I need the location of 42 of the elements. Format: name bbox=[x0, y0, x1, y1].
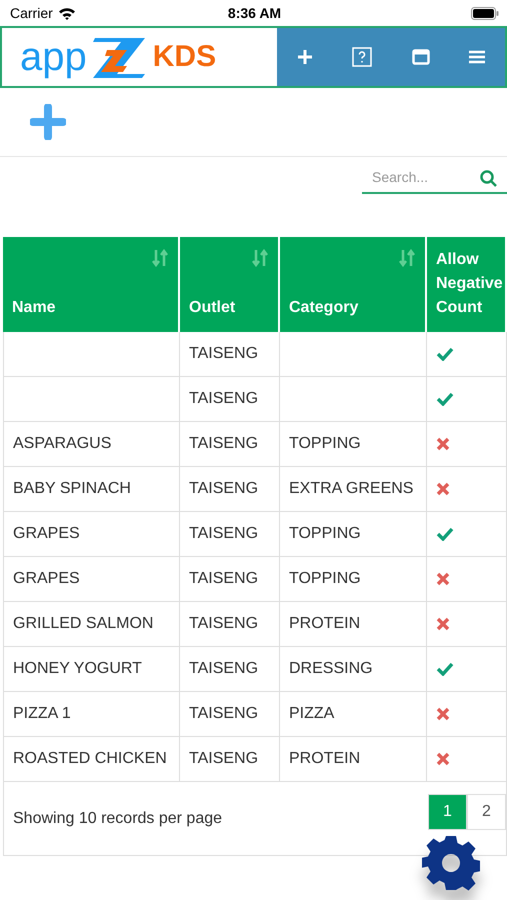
table-cell: TAISENG bbox=[180, 602, 280, 647]
table-cell: GRAPES bbox=[3, 557, 180, 602]
add-icon[interactable] bbox=[30, 104, 66, 140]
table-cell: DRESSING bbox=[280, 647, 427, 692]
table-cell: TAISENG bbox=[180, 512, 280, 557]
table-cell: PROTEIN bbox=[280, 737, 427, 782]
table-cell: HONEY YOGURT bbox=[3, 647, 180, 692]
table-cell: PIZZA 1 bbox=[3, 692, 180, 737]
table-cell: TAISENG bbox=[180, 422, 280, 467]
page-button[interactable]: 1 bbox=[428, 794, 467, 830]
column-header[interactable]: Outlet bbox=[180, 237, 280, 332]
wifi-icon bbox=[58, 6, 76, 20]
search-icon[interactable] bbox=[480, 170, 497, 187]
table-cell: TOPPING bbox=[280, 512, 427, 557]
clock-time: 8:36 AM bbox=[228, 5, 282, 21]
table-cell: EXTRA GREENS bbox=[280, 467, 427, 512]
table-cell: GRAPES bbox=[3, 512, 180, 557]
carrier-label: Carrier bbox=[10, 5, 53, 21]
table-cell: BABY SPINACH bbox=[3, 467, 180, 512]
table-cell: TAISENG bbox=[180, 692, 280, 737]
logo-text: KDS bbox=[152, 42, 216, 72]
table-cell: TAISENG bbox=[180, 332, 280, 377]
table-cell: TOPPING bbox=[280, 422, 427, 467]
table-cell: TAISENG bbox=[180, 467, 280, 512]
table-cell: TOPPING bbox=[280, 557, 427, 602]
page-button[interactable]: 2 bbox=[467, 794, 506, 830]
table-cell: ASPARAGUS bbox=[3, 422, 180, 467]
table-cell: TAISENG bbox=[180, 737, 280, 782]
logo-text: app bbox=[20, 37, 87, 77]
table-cell: TAISENG bbox=[180, 557, 280, 602]
table-cell: TAISENG bbox=[180, 647, 280, 692]
records-summary: Showing 10 records per page bbox=[13, 810, 222, 828]
table-cell: PROTEIN bbox=[280, 602, 427, 647]
table-cell: PIZZA bbox=[280, 692, 427, 737]
settings-icon[interactable] bbox=[422, 834, 480, 892]
column-header[interactable]: Category bbox=[280, 237, 427, 332]
table-cell: GRILLED SALMON bbox=[3, 602, 180, 647]
table-cell: ROASTED CHICKEN bbox=[3, 737, 180, 782]
table-cell: TAISENG bbox=[180, 377, 280, 422]
battery-icon bbox=[471, 6, 500, 20]
column-header[interactable]: Allow Negative Count bbox=[427, 237, 507, 332]
column-header[interactable]: Name bbox=[3, 237, 180, 332]
